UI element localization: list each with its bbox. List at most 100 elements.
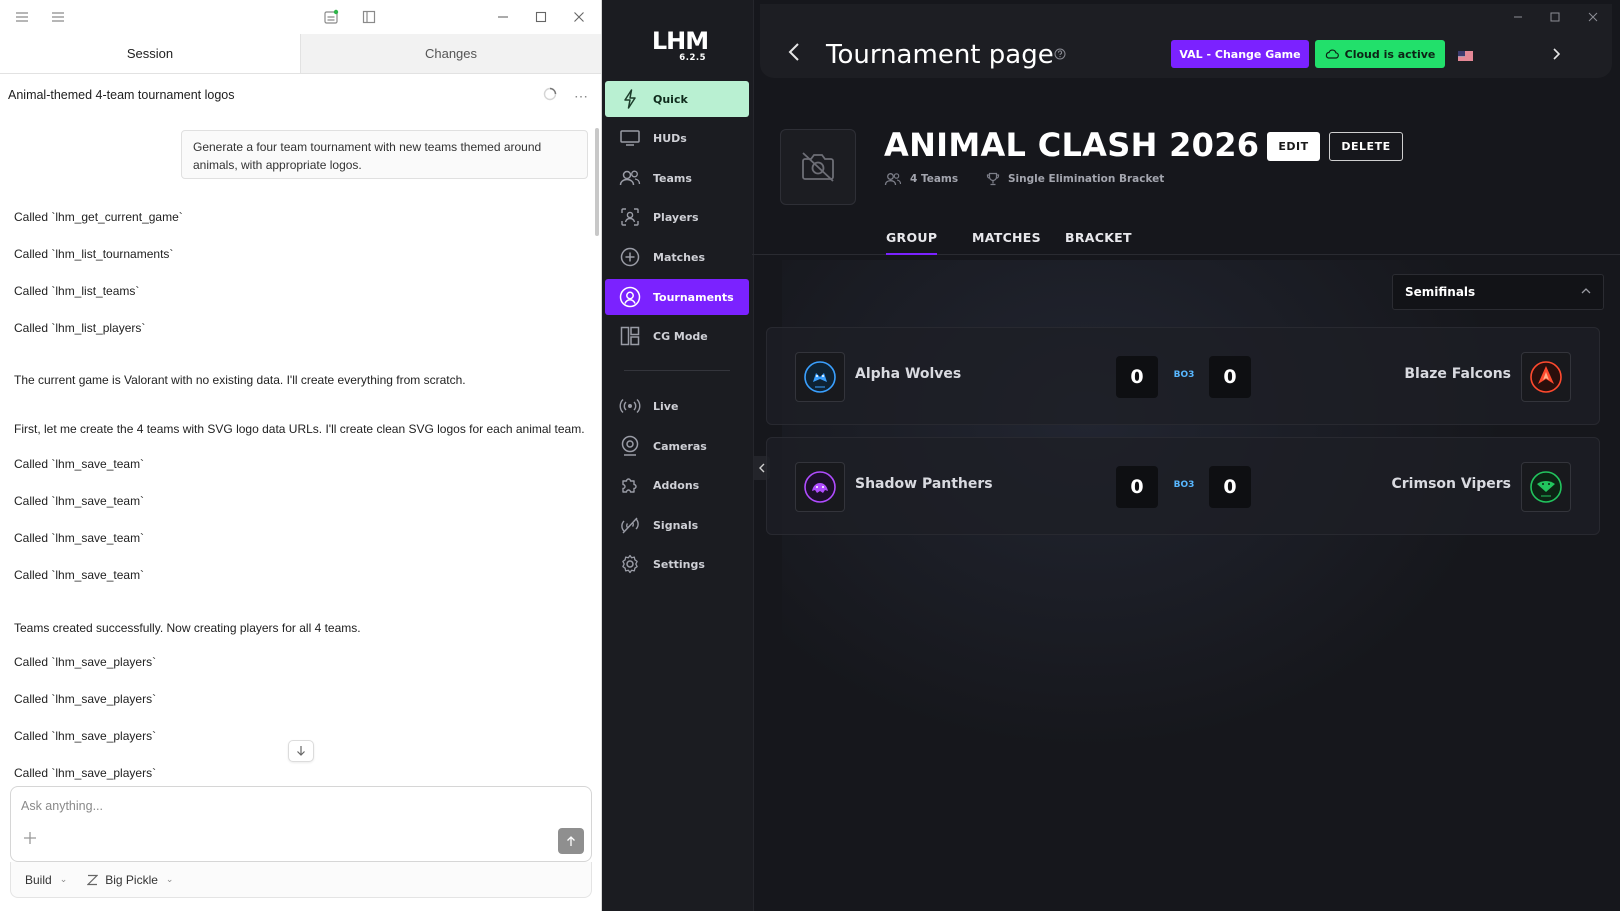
chevron-down-icon: ⌄: [59, 874, 68, 884]
layout-icon: [619, 325, 641, 347]
match-card[interactable]: Alpha Wolves 0 BO3 0 Blaze Falcons: [766, 327, 1600, 425]
team-name: Blaze Falcons: [1404, 366, 1511, 382]
tab-session[interactable]: Session: [0, 34, 300, 73]
teams-count-label: 4 Teams: [910, 173, 959, 185]
log-line: Called `lhm_save_team`: [14, 568, 145, 582]
teams-count: 4 Teams: [884, 172, 958, 186]
match-format: BO3: [1173, 370, 1195, 380]
composer-bottombar: Build ⌄ Big Pickle ⌄: [10, 862, 592, 898]
forward-arrow-icon[interactable]: [1552, 48, 1560, 60]
alpha-wolves-logo: [795, 352, 845, 402]
round-select[interactable]: Semifinals: [1392, 274, 1604, 310]
list-icon[interactable]: [46, 5, 70, 29]
chevron-up-icon: [1581, 287, 1591, 294]
sidebar-label: Tournaments: [653, 290, 734, 304]
sidebar-item-cg-mode[interactable]: CG Mode: [605, 318, 749, 354]
page-header: Tournament page VAL - Change Game Cloud …: [760, 4, 1612, 78]
sidebar-item-signals[interactable]: Signals: [605, 507, 749, 543]
crimson-vipers-logo: [1521, 462, 1571, 512]
tab-bracket[interactable]: BRACKET: [1065, 230, 1132, 245]
minimize-icon[interactable]: [491, 5, 515, 29]
app-minimize-icon[interactable]: [1508, 8, 1528, 26]
sidebar-item-quick[interactable]: Quick: [605, 81, 749, 117]
sidebar-label: CG Mode: [653, 329, 708, 343]
sidebar-item-huds[interactable]: HUDs: [605, 120, 749, 156]
sidebar-label: Live: [653, 399, 679, 413]
trophy-icon: [986, 172, 1000, 186]
log-line: Called `lhm_save_players`: [14, 692, 157, 706]
sidebar-item-matches[interactable]: Matches: [605, 239, 749, 275]
log-line: Called `lhm_save_team`: [14, 531, 145, 545]
scroll-to-bottom-button[interactable]: [288, 740, 314, 762]
log-line: Called `lhm_get_current_game`: [14, 210, 183, 224]
cloud-icon: [1325, 49, 1339, 59]
gear-icon: [619, 553, 641, 575]
chat-window: Session Changes Animal-themed 4-team tou…: [0, 0, 602, 911]
app-maximize-icon[interactable]: [1545, 8, 1565, 26]
scrollbar-thumb[interactable]: [595, 128, 599, 236]
sidebar-label: Signals: [653, 518, 699, 532]
agent-select[interactable]: Big Pickle ⌄: [87, 873, 173, 887]
sidebar-label: Cameras: [653, 439, 707, 453]
log-line: Called `lhm_save_players`: [14, 729, 157, 743]
close-icon[interactable]: [567, 5, 591, 29]
blaze-falcons-logo: [1521, 352, 1571, 402]
mode-select[interactable]: Build ⌄: [25, 873, 67, 887]
log-line: Called `lhm_list_players`: [14, 321, 146, 335]
sidebar-item-settings[interactable]: Settings: [605, 546, 749, 582]
agent-label: Big Pickle: [105, 872, 158, 887]
broadcast-icon: [619, 395, 641, 417]
send-button[interactable]: [558, 828, 584, 854]
match-card[interactable]: Shadow Panthers 0 BO3 0 Crimson Vipers: [766, 437, 1600, 535]
match-format: BO3: [1173, 480, 1195, 490]
edit-button[interactable]: EDIT: [1267, 132, 1320, 161]
sidebar-item-teams[interactable]: Teams: [605, 160, 749, 196]
review-icon[interactable]: [319, 5, 343, 29]
team-name: Alpha Wolves: [855, 366, 962, 382]
log-line: Called `lhm_save_players`: [14, 655, 157, 669]
tab-changes[interactable]: Changes: [300, 34, 601, 73]
chat-titlebar: [0, 0, 601, 34]
chevron-down-icon: ⌄: [165, 874, 174, 884]
right-score: 0: [1209, 356, 1251, 398]
log-line: Called `lhm_list_teams`: [14, 284, 140, 298]
round-select-value: Semifinals: [1405, 285, 1476, 299]
sidebar-item-live[interactable]: Live: [605, 388, 749, 424]
session-title: Animal-themed 4-team tournament logos: [8, 88, 235, 102]
mode-label: Build: [25, 872, 52, 887]
logo-mark: LHM: [651, 27, 709, 55]
sidebar-item-players[interactable]: Players: [605, 199, 749, 235]
us-flag-icon[interactable]: [1458, 51, 1473, 61]
app-close-icon[interactable]: [1583, 8, 1603, 26]
log-line: The current game is Valorant with no exi…: [14, 373, 466, 387]
maximize-icon[interactable]: [529, 5, 553, 29]
sidebar-label: Matches: [653, 250, 705, 264]
tournament-format-label: Single Elimination Bracket: [1008, 173, 1165, 185]
sidebar-item-addons[interactable]: Addons: [605, 467, 749, 503]
change-game-button[interactable]: VAL - Change Game: [1171, 40, 1309, 68]
sidebar-label: Quick: [653, 92, 688, 106]
log-line: Teams created successfully. Now creating…: [14, 621, 361, 635]
more-options-icon[interactable]: ⋯: [574, 88, 589, 105]
camera-icon: [619, 435, 641, 457]
sidebar-item-tournaments[interactable]: Tournaments: [605, 279, 749, 315]
tournament-logo-placeholder[interactable]: [780, 129, 856, 205]
player-icon: [619, 206, 641, 228]
delete-button[interactable]: DELETE: [1329, 132, 1403, 161]
model-icon: [87, 874, 99, 886]
log-line: Called `lhm_save_team`: [14, 494, 145, 508]
back-arrow-icon[interactable]: [788, 42, 800, 62]
sidebar-toggle-icon[interactable]: [357, 5, 381, 29]
sidebar-divider: [624, 370, 730, 371]
attach-plus-icon[interactable]: [23, 831, 37, 845]
spinner-icon: [543, 87, 557, 101]
chat-input[interactable]: [21, 795, 521, 817]
help-icon[interactable]: [1054, 48, 1066, 60]
tab-group[interactable]: GROUP: [886, 230, 938, 255]
tournament-name: ANIMAL CLASH 2026: [884, 126, 1260, 164]
tab-matches[interactable]: MATCHES: [972, 230, 1041, 245]
sidebar-item-cameras[interactable]: Cameras: [605, 428, 749, 464]
menu-icon[interactable]: [10, 5, 34, 29]
sidebar-label: Settings: [653, 557, 705, 571]
cloud-status-button[interactable]: Cloud is active: [1315, 40, 1445, 68]
